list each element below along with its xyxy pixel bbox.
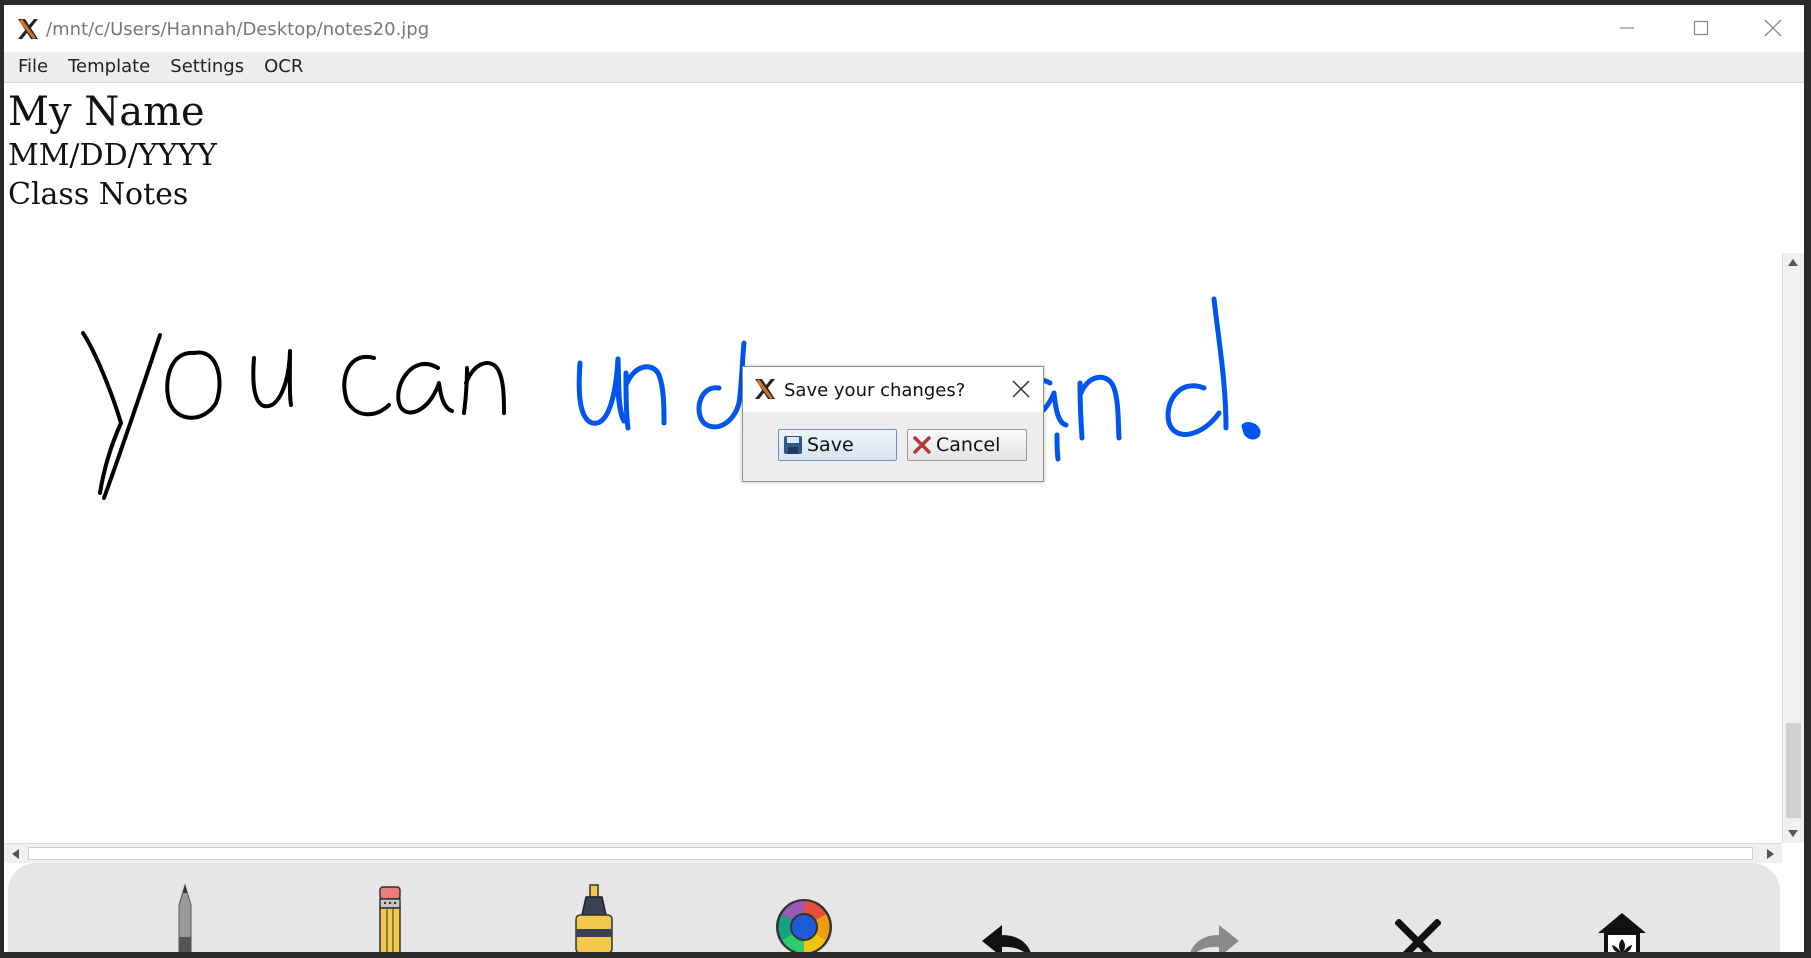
cancel-x-icon <box>913 436 931 454</box>
save-button-label: Save <box>807 434 854 456</box>
window-title: /mnt/c/Users/Hannah/Desktop/notes20.jpg <box>46 19 430 40</box>
menu-ocr[interactable]: OCR <box>254 52 313 82</box>
menu-bar: File Template Settings OCR <box>4 52 1804 83</box>
save-dialog: Save your changes? Save Cancel <box>742 366 1044 482</box>
dialog-title: Save your changes? <box>784 380 966 401</box>
pen-icon <box>178 883 192 952</box>
redo-icon <box>1190 925 1239 952</box>
undo-icon <box>982 925 1031 952</box>
pen-tool-button[interactable] <box>150 883 220 952</box>
clear-icon <box>1395 919 1441 952</box>
app-window: /mnt/c/Users/Hannah/Desktop/notes20.jpg … <box>4 5 1804 952</box>
scroll-down-icon[interactable] <box>1787 829 1799 839</box>
floppy-disk-icon <box>784 436 802 454</box>
clear-button[interactable] <box>1383 895 1453 952</box>
close-icon <box>1764 19 1782 37</box>
vertical-scroll-thumb[interactable] <box>1786 723 1801 818</box>
scroll-left-icon[interactable] <box>10 848 20 860</box>
maximize-icon <box>1693 20 1709 36</box>
scroll-up-icon[interactable] <box>1787 257 1799 267</box>
scroll-right-icon[interactable] <box>1766 848 1776 860</box>
close-window-button[interactable] <box>1750 13 1796 43</box>
title-bar: /mnt/c/Users/Hannah/Desktop/notes20.jpg <box>4 5 1804 51</box>
cancel-button[interactable]: Cancel <box>907 429 1027 461</box>
highlighter-icon <box>575 884 613 952</box>
menu-file[interactable]: File <box>8 52 58 82</box>
pencil-tool-button[interactable] <box>355 883 425 952</box>
home-icon <box>1598 913 1646 952</box>
horizontal-scrollbar[interactable] <box>4 843 1782 863</box>
maximize-button[interactable] <box>1678 13 1724 43</box>
cancel-button-label: Cancel <box>936 434 1001 456</box>
dialog-body: Save Cancel <box>743 412 1043 481</box>
minimize-button[interactable] <box>1604 13 1650 43</box>
xlogo-icon <box>18 19 38 39</box>
minimize-icon <box>1620 27 1634 29</box>
tool-bar <box>8 863 1780 952</box>
dialog-close-icon[interactable] <box>1011 379 1031 399</box>
vertical-scrollbar[interactable] <box>1782 253 1804 843</box>
xlogo-icon <box>755 379 775 399</box>
highlighter-tool-button[interactable] <box>559 883 629 952</box>
redo-button[interactable] <box>1178 893 1248 952</box>
color-wheel-icon <box>776 899 832 952</box>
pencil-icon <box>379 886 401 952</box>
menu-template[interactable]: Template <box>58 52 160 82</box>
home-button[interactable] <box>1587 891 1657 952</box>
black-handwriting <box>81 331 506 500</box>
dialog-title-bar: Save your changes? <box>743 367 1043 412</box>
horizontal-scroll-thumb[interactable] <box>28 847 1753 860</box>
color-picker-button[interactable] <box>769 887 839 952</box>
undo-button[interactable] <box>973 893 1043 952</box>
menu-settings[interactable]: Settings <box>160 52 254 82</box>
save-button[interactable]: Save <box>778 429 897 461</box>
